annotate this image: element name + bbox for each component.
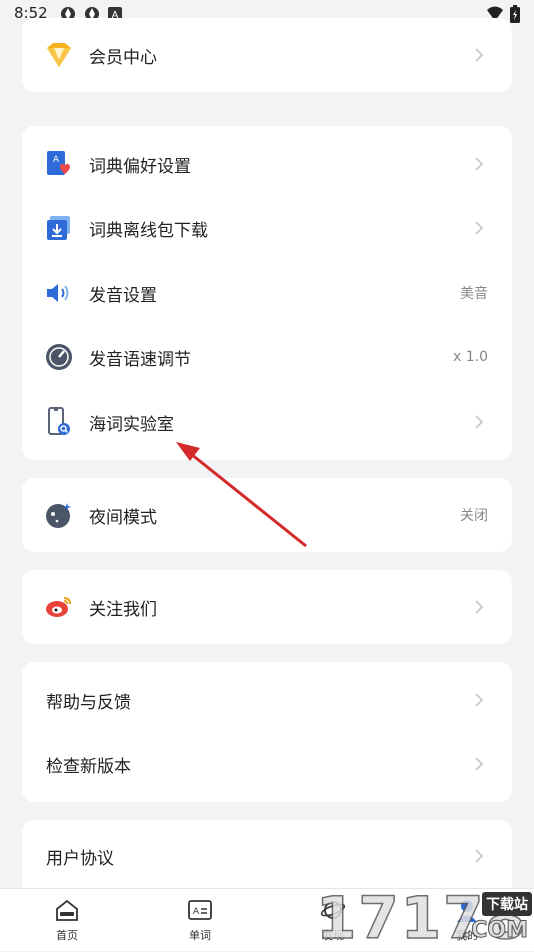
user-icon bbox=[457, 900, 477, 922]
tab-bar: 首页 A 单词 发现 我的 bbox=[0, 888, 534, 951]
home-icon bbox=[56, 899, 78, 921]
tab-words[interactable]: A 单词 bbox=[165, 897, 235, 947]
tab-home[interactable]: 首页 bbox=[32, 897, 102, 947]
planet-icon bbox=[320, 901, 346, 919]
word-card-icon: A bbox=[188, 900, 212, 920]
tab-words-label: 单词 bbox=[189, 929, 211, 942]
tab-me-label: 我的 bbox=[456, 929, 478, 942]
tab-me[interactable]: 我的 bbox=[432, 897, 502, 947]
tab-discover[interactable]: 发现 bbox=[298, 897, 368, 947]
annotation-arrow bbox=[176, 442, 307, 548]
tab-discover-label: 发现 bbox=[322, 929, 344, 942]
tab-home-label: 首页 bbox=[56, 929, 78, 942]
svg-text:A: A bbox=[193, 907, 200, 917]
